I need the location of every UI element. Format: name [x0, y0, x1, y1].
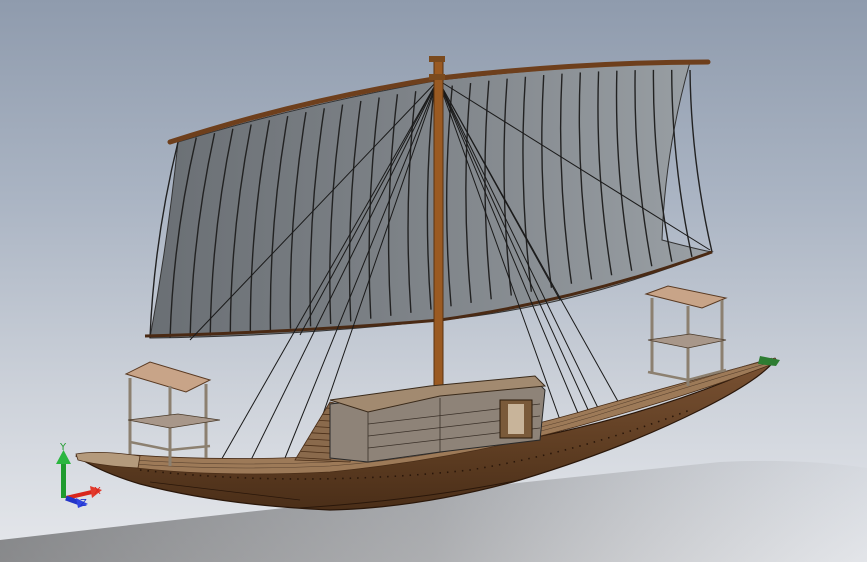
graphics-viewport[interactable]: Y X Z — [0, 0, 867, 562]
y-axis-arrow — [56, 450, 71, 498]
boat-model[interactable] — [0, 0, 867, 562]
stern-canopy — [124, 361, 221, 466]
x-axis-label: X — [94, 486, 101, 497]
y-axis-label: Y — [59, 442, 67, 453]
z-axis-label: Z — [80, 498, 87, 509]
bow-canopy — [644, 285, 728, 386]
orientation-triad[interactable]: Y X Z — [50, 440, 110, 510]
mast — [433, 57, 444, 395]
